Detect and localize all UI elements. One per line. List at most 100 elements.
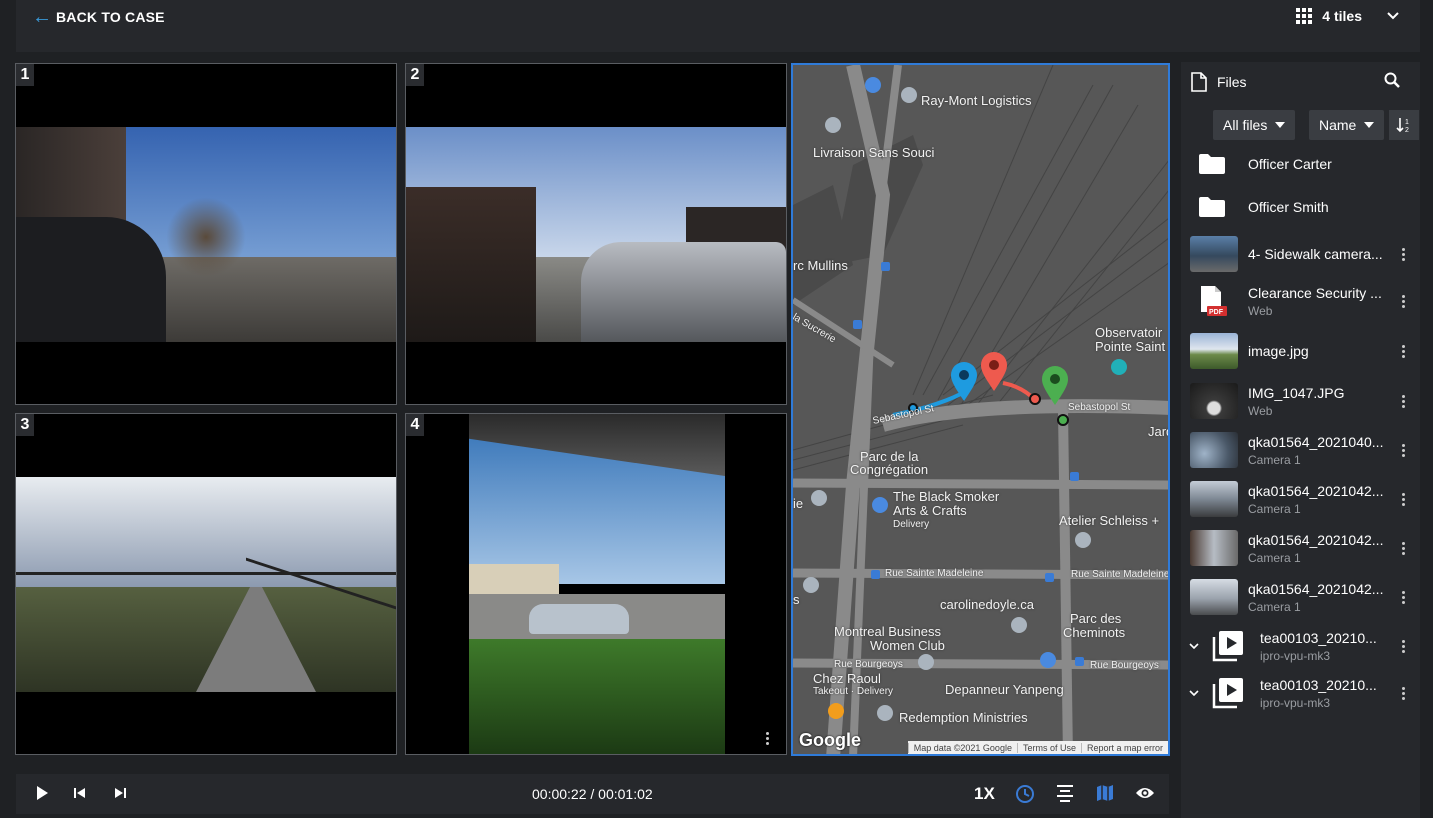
file-title: tea00103_20210... (1260, 629, 1377, 646)
playback-speed-button[interactable]: 1X (974, 784, 995, 804)
video-frame (16, 127, 396, 342)
file-menu-button[interactable] (1402, 541, 1406, 555)
file-list-item[interactable]: PDF Clearance Security ... Web (1181, 278, 1420, 324)
tile-number: 1 (16, 64, 34, 86)
file-menu-button[interactable] (1402, 639, 1406, 653)
file-thumbnail (1190, 481, 1238, 517)
video-frame (469, 414, 725, 754)
tile-number: 3 (16, 414, 34, 436)
video-icon (1212, 678, 1243, 709)
map-label: Jard (1148, 424, 1168, 439)
svg-text:1: 1 (1405, 119, 1409, 126)
file-subtitle: ipro-vpu-mk3 (1260, 695, 1331, 710)
clock-icon[interactable] (1015, 784, 1035, 804)
map-label: The Black Smoker (893, 489, 1000, 504)
playback-time: 00:00:22 / 00:01:02 (532, 786, 653, 802)
file-menu-button[interactable] (1402, 394, 1406, 408)
video-frame (406, 127, 786, 342)
file-list-item[interactable]: qka01564_2021042... Camera 1 (1181, 525, 1420, 571)
file-list-item[interactable]: qka01564_2021042... Camera 1 (1181, 476, 1420, 522)
file-subtitle: Camera 1 (1248, 599, 1301, 614)
file-list-item[interactable]: Officer Smith (1181, 184, 1420, 230)
chevron-down-icon (1387, 12, 1399, 20)
back-label: BACK TO CASE (56, 9, 165, 25)
map-label: Atelier Schleiss + (1059, 513, 1160, 528)
all-files-dropdown[interactable]: All files (1213, 110, 1296, 140)
file-subtitle: Camera 1 (1248, 550, 1301, 565)
folder-icon (1199, 197, 1225, 217)
map-label: s (793, 592, 800, 607)
sort-ascending-icon: 12 (1396, 118, 1409, 134)
map-label: Sebastopol St (1068, 402, 1131, 413)
map-label: Cheminots (1063, 625, 1126, 640)
video-tile-2[interactable]: 2 (405, 63, 787, 405)
eye-icon[interactable] (1135, 786, 1155, 800)
file-icon (1191, 72, 1207, 92)
map-label: Rue Sainte Madeleine (885, 568, 984, 579)
map-label: Montreal Business (834, 624, 941, 639)
file-menu-button[interactable] (1402, 294, 1406, 308)
file-list-item[interactable]: IMG_1047.JPG Web (1181, 378, 1420, 424)
map-label: Chez Raoul (813, 671, 881, 686)
report-error-link[interactable]: Report a map error (1080, 742, 1168, 753)
file-subtitle: ipro-vpu-mk3 (1260, 648, 1331, 663)
file-thumbnail (1190, 333, 1238, 369)
video-frame (16, 477, 396, 692)
tile-number: 2 (406, 64, 424, 86)
sort-direction-button[interactable]: 12 (1389, 110, 1419, 140)
play-icon[interactable] (35, 785, 49, 801)
map-label: Parc des (1070, 611, 1122, 626)
previous-frame-icon[interactable] (73, 785, 87, 801)
map-label: carolinedoyle.ca (940, 597, 1034, 612)
file-list-item[interactable]: 4- Sidewalk camera... (1181, 231, 1420, 277)
file-menu-button[interactable] (1402, 686, 1406, 700)
file-title: Officer Carter (1248, 156, 1332, 172)
next-frame-icon[interactable] (113, 785, 127, 801)
file-list-item[interactable]: tea00103_20210... ipro-vpu-mk3 (1181, 670, 1420, 716)
sort-name-dropdown[interactable]: Name (1309, 110, 1385, 140)
map-panel[interactable]: Ray-Mont Logistics Livraison Sans Souci … (791, 63, 1170, 756)
file-menu-button[interactable] (1402, 590, 1406, 604)
terms-link[interactable]: Terms of Use (1016, 742, 1081, 753)
map-label: Pointe Saint (1095, 339, 1166, 354)
file-thumbnail (1190, 383, 1238, 419)
file-menu-button[interactable] (1402, 247, 1406, 261)
files-header: Files (1191, 72, 1247, 92)
file-title: qka01564_2021040... (1248, 433, 1384, 450)
expand-chevron-icon[interactable] (1189, 643, 1199, 649)
file-list-item[interactable]: Officer Carter (1181, 141, 1420, 187)
file-menu-button[interactable] (1402, 443, 1406, 457)
map-label: ie (793, 496, 804, 511)
tile-number: 4 (406, 414, 424, 436)
file-title: Officer Smith (1248, 199, 1329, 215)
map-label: Arts & Crafts (893, 503, 967, 518)
files-title: Files (1217, 74, 1247, 90)
expand-chevron-icon[interactable] (1189, 690, 1199, 696)
tiles-selector[interactable]: 4 tiles (1296, 8, 1400, 24)
grid-icon (1296, 8, 1313, 24)
file-menu-button[interactable] (1402, 492, 1406, 506)
file-thumbnail (1190, 530, 1238, 566)
search-icon[interactable] (1384, 72, 1400, 88)
file-title: qka01564_2021042... (1248, 580, 1384, 597)
file-menu-button[interactable] (1402, 344, 1406, 358)
align-center-icon[interactable] (1056, 784, 1074, 802)
tile-menu-button[interactable] (766, 732, 770, 745)
map-label: Takeout · Delivery (813, 686, 894, 697)
video-tile-4[interactable]: 4 (405, 413, 787, 755)
file-list-item[interactable]: tea00103_20210... ipro-vpu-mk3 (1181, 623, 1420, 669)
back-to-case-button[interactable]: ← BACK TO CASE (32, 7, 165, 27)
top-bar: ← BACK TO CASE 4 tiles (16, 0, 1420, 52)
map-label: Delivery (893, 519, 930, 530)
video-tile-1[interactable]: 1 (15, 63, 397, 405)
sort-label: Name (1319, 117, 1357, 133)
map-icon[interactable] (1096, 784, 1114, 802)
map-label: rc Mullins (793, 258, 848, 273)
file-title: Clearance Security ... (1248, 284, 1382, 301)
file-list-item[interactable]: qka01564_2021040... Camera 1 (1181, 427, 1420, 473)
file-subtitle: Camera 1 (1248, 452, 1301, 467)
file-title: qka01564_2021042... (1248, 531, 1384, 548)
video-tile-3[interactable]: 3 (15, 413, 397, 755)
file-list-item[interactable]: image.jpg (1181, 328, 1420, 374)
file-list-item[interactable]: qka01564_2021042... Camera 1 (1181, 574, 1420, 620)
